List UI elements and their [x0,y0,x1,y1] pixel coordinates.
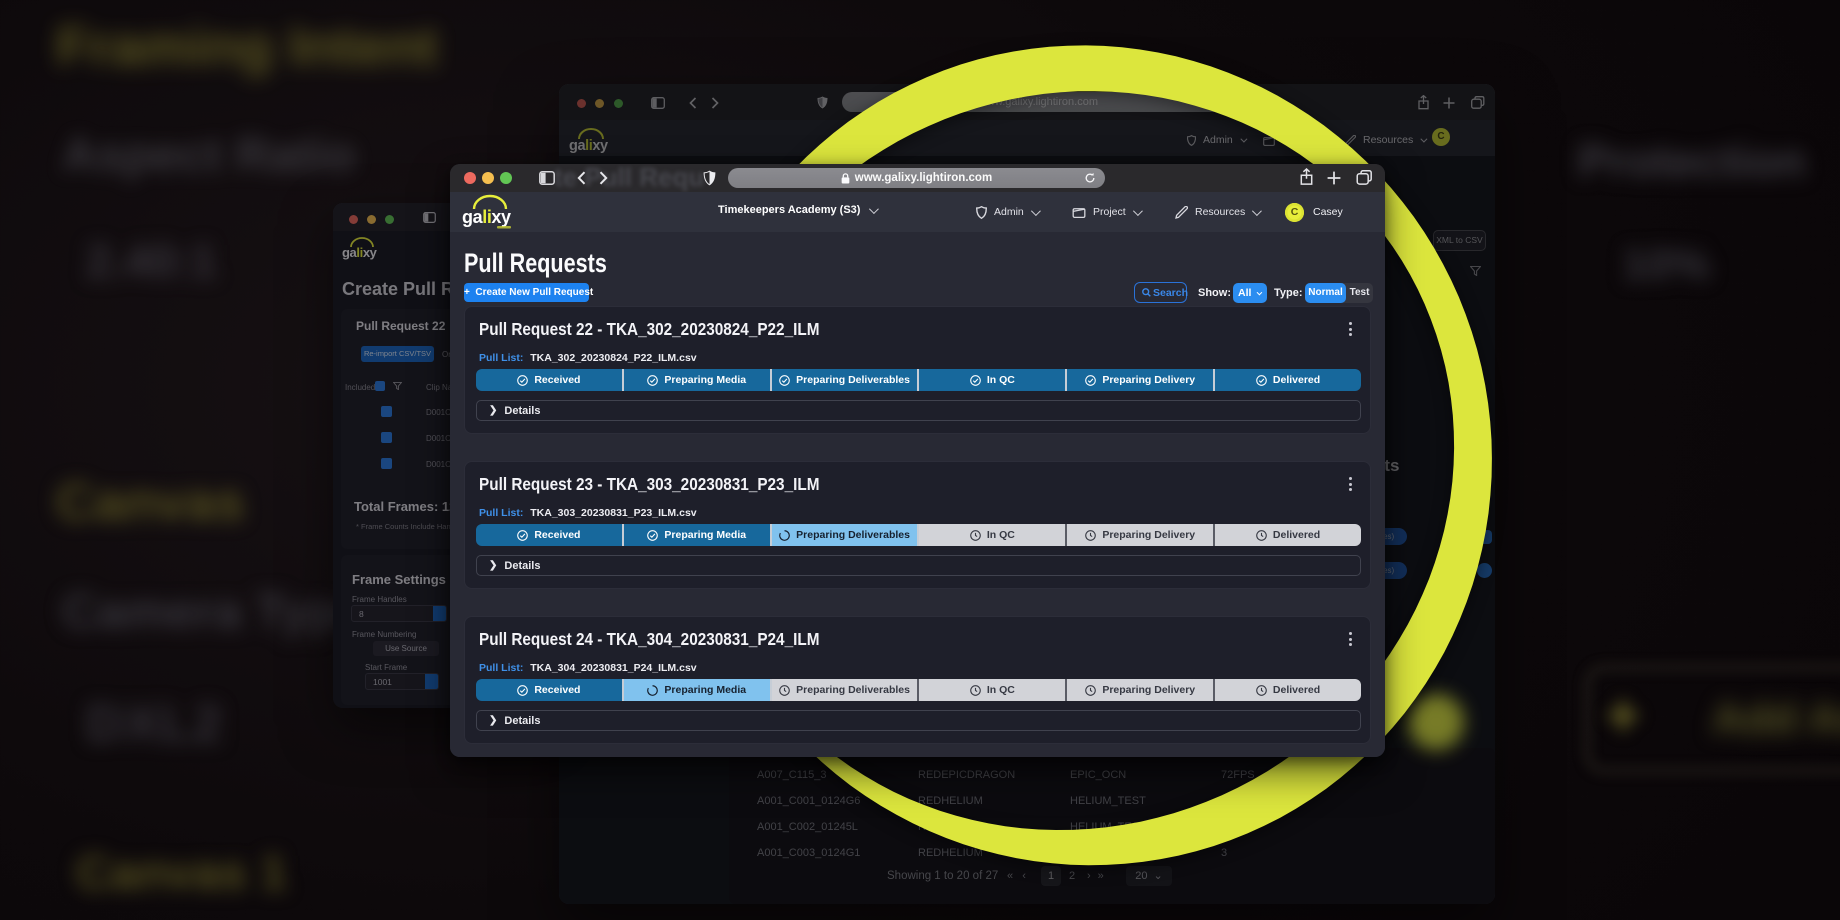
svg-text:galixy: galixy [462,207,511,227]
